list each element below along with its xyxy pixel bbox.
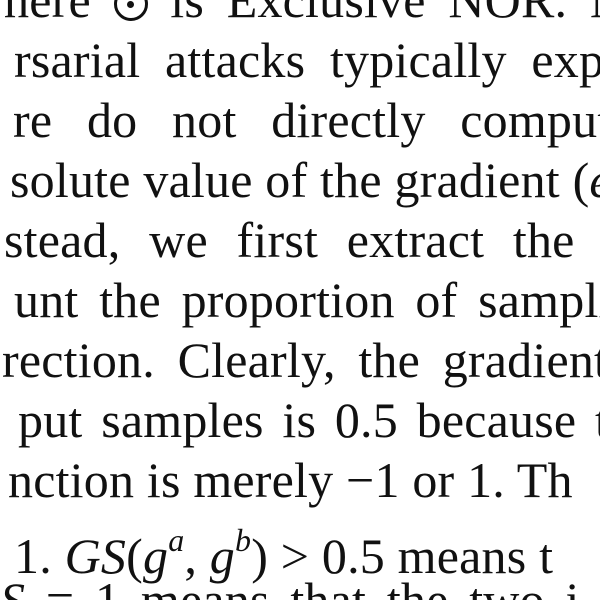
- text-fragment: unt the proportion of sampli: [14, 272, 600, 328]
- text-line-3: re do not directly compute: [13, 90, 600, 150]
- text-fragment: here: [4, 0, 91, 28]
- paper-page-crop: here is Exclusive NOR. N rsarial attacks…: [0, 0, 600, 600]
- math-superscript-b: b: [235, 522, 252, 558]
- text-line-11: S = 1 means that the two i: [0, 570, 580, 600]
- text-fragment: stead, we first extract the si: [4, 212, 600, 268]
- text-line-6: unt the proportion of sampli: [14, 270, 600, 330]
- text-fragment: put samples is 0.5 because th: [18, 392, 600, 448]
- text-fragment: = 1 means that the two i: [45, 572, 580, 600]
- text-fragment: rection. Clearly, the gradient: [2, 332, 600, 388]
- math-superscript-a: a: [168, 522, 185, 558]
- math-fragment-s: S: [0, 572, 26, 600]
- xnor-odot-symbol: [113, 0, 148, 21]
- text-line-7: rection. Clearly, the gradient: [2, 330, 600, 390]
- text-line-1: here is Exclusive NOR. N: [4, 0, 600, 30]
- text-line-5: stead, we first extract the si: [4, 210, 600, 270]
- text-line-8: put samples is 0.5 because th: [18, 390, 600, 450]
- italic-fragment: e: [589, 152, 600, 208]
- text-fragment: nction is merely −1 or 1. Th: [8, 452, 573, 508]
- text-line-4: solute value of the gradient (e: [10, 150, 600, 210]
- text-line-2: rsarial attacks typically explo: [14, 30, 600, 90]
- text-fragment: re do not directly compute: [13, 92, 600, 148]
- text-fragment: solute value of the gradient (: [10, 152, 590, 208]
- text-line-9: nction is merely −1 or 1. Th: [8, 450, 573, 510]
- text-fragment: rsarial attacks typically explo: [14, 32, 600, 88]
- text-fragment: is Exclusive NOR. N: [170, 0, 600, 28]
